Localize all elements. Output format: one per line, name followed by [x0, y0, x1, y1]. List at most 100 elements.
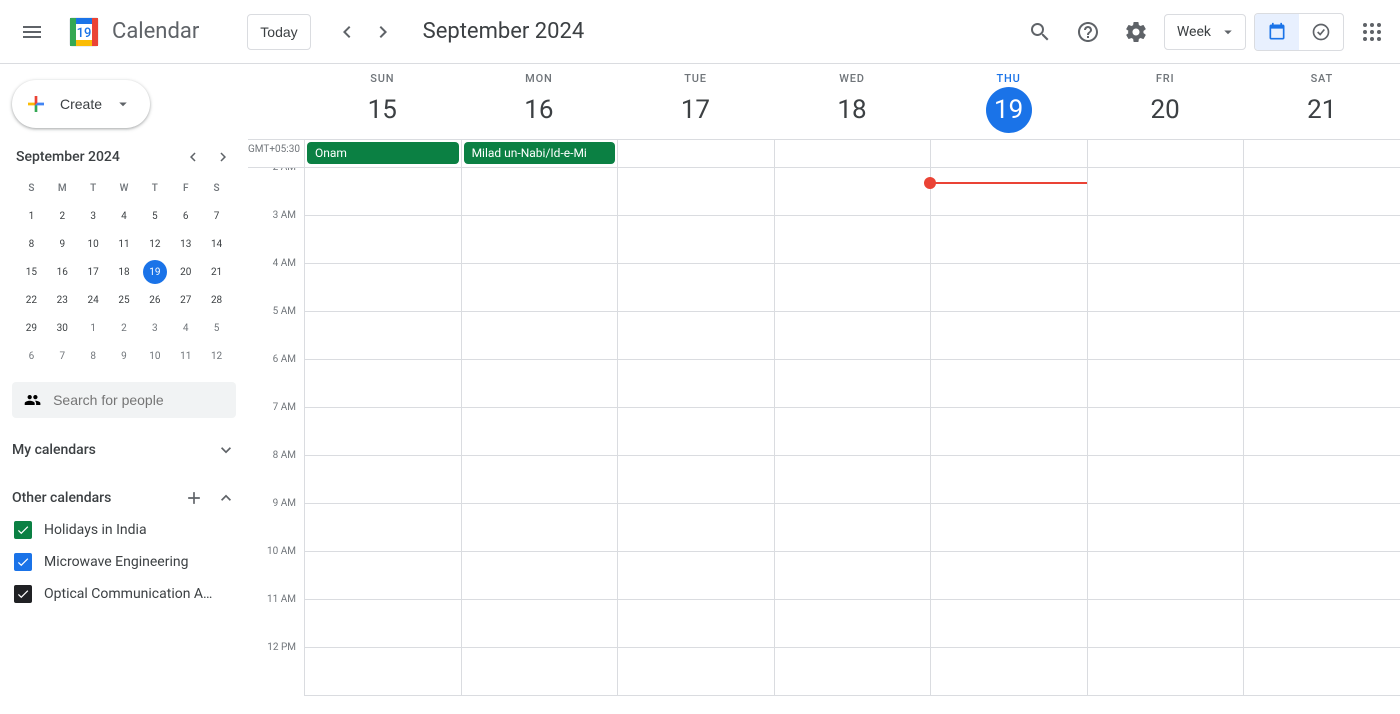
mini-day-cell[interactable]: 5	[201, 314, 232, 342]
time-cell[interactable]	[930, 552, 1087, 600]
mini-prev-month[interactable]	[184, 148, 202, 166]
mini-day-cell[interactable]: 24	[78, 286, 109, 314]
time-cell[interactable]	[1243, 360, 1400, 408]
day-number[interactable]: 16	[516, 87, 562, 133]
mini-day-cell[interactable]: 1	[16, 202, 47, 230]
mini-day-cell[interactable]: 7	[201, 202, 232, 230]
mini-day-cell[interactable]: 11	[109, 230, 140, 258]
time-cell[interactable]	[774, 552, 931, 600]
time-cell[interactable]	[461, 360, 618, 408]
today-button[interactable]: Today	[247, 14, 310, 50]
mini-day-cell[interactable]: 9	[47, 230, 78, 258]
mini-day-cell[interactable]: 1	[78, 314, 109, 342]
time-cell[interactable]	[774, 600, 931, 648]
main-menu-button[interactable]	[8, 8, 56, 56]
allday-event[interactable]: Onam	[307, 142, 459, 164]
mini-day-cell[interactable]: 12	[139, 230, 170, 258]
time-cell[interactable]	[774, 648, 931, 696]
time-cell[interactable]	[1243, 312, 1400, 360]
mini-day-cell[interactable]: 13	[170, 230, 201, 258]
time-cell[interactable]	[617, 504, 774, 552]
time-cell[interactable]	[304, 648, 461, 696]
time-cell[interactable]	[617, 408, 774, 456]
mini-day-cell[interactable]: 6	[170, 202, 201, 230]
time-cell[interactable]	[1087, 312, 1244, 360]
day-header[interactable]: SAT21	[1243, 64, 1400, 139]
calendar-checkbox[interactable]	[14, 521, 32, 539]
time-cell[interactable]	[461, 408, 618, 456]
time-cell[interactable]	[1243, 408, 1400, 456]
time-cell[interactable]	[304, 456, 461, 504]
time-cell[interactable]	[774, 504, 931, 552]
time-cell[interactable]	[774, 456, 931, 504]
mini-day-cell[interactable]: 3	[139, 314, 170, 342]
time-cell[interactable]	[930, 216, 1087, 264]
time-cell[interactable]	[1243, 648, 1400, 696]
search-people-field[interactable]	[12, 382, 236, 418]
time-cell[interactable]	[930, 408, 1087, 456]
next-week-button[interactable]	[367, 16, 399, 48]
mini-day-cell[interactable]: 17	[78, 258, 109, 286]
mini-day-cell[interactable]: 11	[170, 342, 201, 370]
mini-day-cell[interactable]: 26	[139, 286, 170, 314]
time-cell[interactable]	[1087, 360, 1244, 408]
mini-next-month[interactable]	[214, 148, 232, 166]
mini-day-cell[interactable]: 4	[109, 202, 140, 230]
day-number[interactable]: 21	[1299, 87, 1345, 133]
time-cell[interactable]	[1087, 216, 1244, 264]
mini-day-cell[interactable]: 9	[109, 342, 140, 370]
day-header[interactable]: MON16	[461, 64, 618, 139]
allday-cell[interactable]	[930, 140, 1087, 167]
my-calendars-toggle[interactable]: My calendars	[12, 434, 236, 466]
mini-day-cell[interactable]: 12	[201, 342, 232, 370]
time-cell[interactable]	[1243, 216, 1400, 264]
mini-day-cell[interactable]: 18	[109, 258, 140, 286]
time-cell[interactable]	[1243, 456, 1400, 504]
calendar-view-toggle[interactable]	[1255, 14, 1299, 50]
time-cell[interactable]	[617, 648, 774, 696]
day-number[interactable]: 18	[829, 87, 875, 133]
search-button[interactable]	[1020, 12, 1060, 52]
time-cell[interactable]	[461, 600, 618, 648]
google-apps-button[interactable]	[1352, 12, 1392, 52]
time-cell[interactable]	[774, 408, 931, 456]
day-header[interactable]: SUN15	[304, 64, 461, 139]
support-button[interactable]	[1068, 12, 1108, 52]
allday-cell[interactable]	[617, 140, 774, 167]
time-cell[interactable]	[304, 168, 461, 216]
time-cell[interactable]	[774, 168, 931, 216]
time-cell[interactable]	[617, 216, 774, 264]
mini-day-cell[interactable]: 3	[78, 202, 109, 230]
mini-day-cell[interactable]: 8	[78, 342, 109, 370]
mini-day-cell[interactable]: 2	[47, 202, 78, 230]
time-cell[interactable]	[1087, 456, 1244, 504]
mini-day-cell[interactable]: 25	[109, 286, 140, 314]
time-cell[interactable]	[1087, 264, 1244, 312]
mini-day-cell[interactable]: 21	[201, 258, 232, 286]
time-cell[interactable]	[774, 312, 931, 360]
time-cell[interactable]	[930, 456, 1087, 504]
calendar-checkbox[interactable]	[14, 553, 32, 571]
time-cell[interactable]	[304, 264, 461, 312]
search-people-input[interactable]	[53, 392, 224, 408]
time-cell[interactable]	[461, 648, 618, 696]
tasks-view-toggle[interactable]	[1299, 14, 1343, 50]
time-cell[interactable]	[617, 168, 774, 216]
mini-day-cell[interactable]: 16	[47, 258, 78, 286]
time-cell[interactable]	[1087, 552, 1244, 600]
mini-day-cell[interactable]: 20	[170, 258, 201, 286]
mini-day-cell[interactable]: 6	[16, 342, 47, 370]
time-cell[interactable]	[1243, 264, 1400, 312]
time-cell[interactable]	[304, 216, 461, 264]
allday-cell[interactable]	[1243, 140, 1400, 167]
day-number[interactable]: 20	[1142, 87, 1188, 133]
day-header[interactable]: WED18	[774, 64, 931, 139]
day-header[interactable]: THU19	[930, 64, 1087, 139]
time-cell[interactable]	[617, 264, 774, 312]
time-cell[interactable]	[774, 264, 931, 312]
mini-day-cell[interactable]: 19	[143, 260, 167, 284]
time-cell[interactable]	[774, 360, 931, 408]
time-cell[interactable]	[304, 360, 461, 408]
mini-day-cell[interactable]: 14	[201, 230, 232, 258]
time-cell[interactable]	[1243, 504, 1400, 552]
